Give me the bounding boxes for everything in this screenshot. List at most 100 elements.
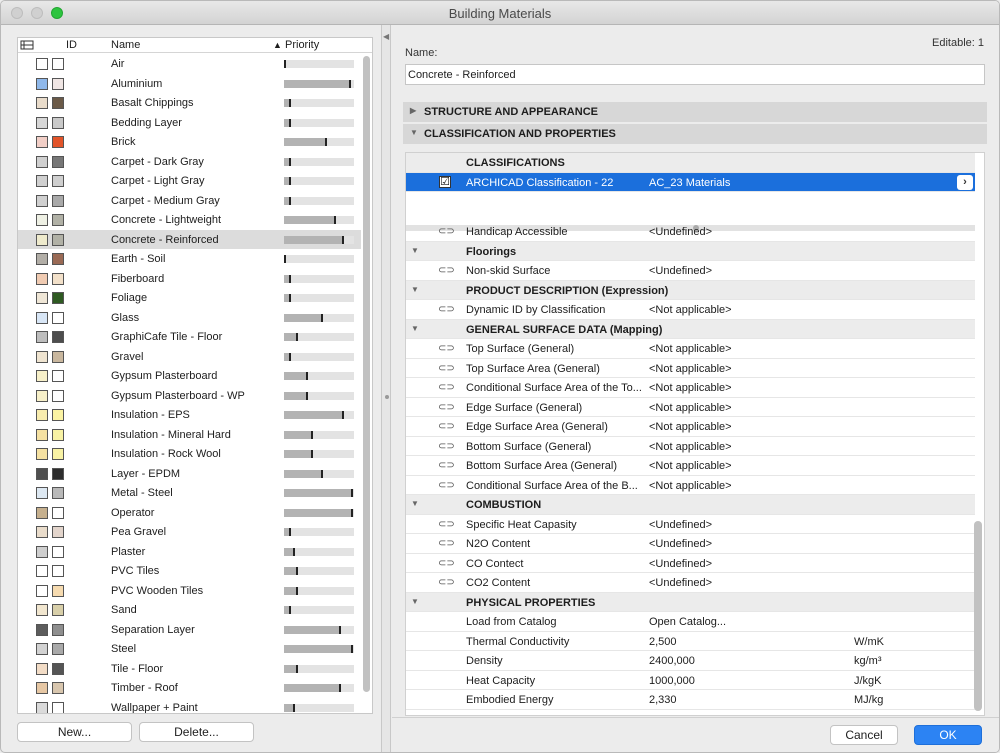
priority-bar[interactable]	[284, 547, 354, 556]
priority-bar[interactable]	[284, 703, 354, 712]
list-item[interactable]: Carpet - Dark Gray	[18, 152, 361, 172]
list-item[interactable]: PVC Wooden Tiles	[18, 581, 361, 601]
property-row[interactable]: ⊂⊃ Conditional Surface Area of the B... <N…	[406, 476, 975, 495]
property-row[interactable]: ⊂⊃ Non-skid Surface <Undefined>	[406, 261, 975, 281]
panel-splitter[interactable]: ◀	[381, 25, 391, 752]
property-row[interactable]: ⊂⊃ Edge Surface (General) <Not applicable>	[406, 398, 975, 417]
list-item[interactable]: Brick	[18, 132, 361, 152]
property-row[interactable]: ⊂⊃ Top Surface (General) <Not applicable>	[406, 339, 975, 359]
list-item[interactable]: Timber - Roof	[18, 678, 361, 698]
priority-bar[interactable]	[284, 372, 354, 380]
priority-bar[interactable]	[284, 60, 354, 68]
property-value[interactable]: 0,242	[649, 714, 677, 716]
list-scrollbar[interactable]	[363, 56, 370, 692]
property-row[interactable]: Density 2400,000 kg/m³	[406, 651, 975, 671]
priority-bar[interactable]	[284, 274, 354, 283]
delete-material-button[interactable]: Delete...	[139, 722, 254, 742]
list-item[interactable]: Gypsum Plasterboard	[18, 366, 361, 386]
property-row[interactable]: Load from Catalog Open Catalog...	[406, 612, 975, 632]
priority-bar[interactable]	[284, 664, 354, 673]
cancel-button[interactable]: Cancel	[830, 725, 898, 745]
list-item[interactable]: Glass	[18, 308, 361, 328]
priority-bar[interactable]	[284, 216, 354, 224]
list-item[interactable]: Concrete - Reinforced	[18, 229, 361, 249]
priority-bar[interactable]	[284, 99, 354, 107]
list-item[interactable]: Carpet - Light Gray	[18, 171, 361, 191]
list-item[interactable]: GraphiCafe Tile - Floor	[18, 327, 361, 347]
list-item[interactable]: Concrete - Lightweight	[18, 210, 361, 230]
priority-bar[interactable]	[284, 294, 354, 302]
list-item[interactable]: Basalt Chippings	[18, 93, 361, 113]
classification-checkbox[interactable]: ☑	[439, 175, 451, 188]
property-group-row[interactable]: ▼ PRODUCT DESCRIPTION (Expression)	[406, 280, 975, 300]
property-row[interactable]: ⊂⊃ Specific Heat Capasity <Undefined>	[406, 515, 975, 534]
list-item[interactable]: Foliage	[18, 288, 361, 308]
priority-bar[interactable]	[284, 489, 354, 497]
material-name-field[interactable]: Concrete - Reinforced	[405, 64, 985, 85]
collapse-left-icon[interactable]: ◀	[383, 32, 389, 41]
priority-bar[interactable]	[284, 177, 354, 185]
property-row[interactable]: ⊂⊃ Bottom Surface Area (General) <Not appl…	[406, 456, 975, 476]
priority-bar[interactable]	[284, 235, 354, 244]
priority-bar[interactable]	[284, 625, 354, 634]
list-item[interactable]: PVC Tiles	[18, 561, 361, 581]
priority-bar[interactable]	[284, 352, 354, 361]
list-item[interactable]: Insulation - EPS	[18, 405, 361, 425]
collapse-triangle-icon[interactable]: ▼	[411, 324, 419, 333]
structure-appearance-section[interactable]: ▶ STRUCTURE AND APPEARANCE	[403, 102, 987, 122]
priority-bar[interactable]	[284, 508, 354, 517]
priority-bar[interactable]	[284, 411, 354, 419]
priority-bar[interactable]	[284, 333, 354, 341]
property-value[interactable]: 2400,000	[649, 655, 695, 667]
priority-bar[interactable]	[284, 684, 354, 692]
classification-properties-section[interactable]: ▼ CLASSIFICATION AND PROPERTIES	[403, 124, 987, 144]
property-row[interactable]: ⊂⊃ Conditional Surface Area of the To... <…	[406, 378, 975, 398]
property-row[interactable]: ⊂⊃ CO Contect <Undefined>	[406, 554, 975, 573]
collapse-triangle-icon[interactable]: ▼	[411, 499, 419, 508]
list-item[interactable]: Metal - Steel	[18, 483, 361, 503]
property-group-row[interactable]: ▼ GENERAL SURFACE DATA (Mapping)	[406, 319, 975, 339]
priority-bar[interactable]	[284, 138, 354, 146]
property-value[interactable]: 2,330	[649, 694, 677, 706]
property-row[interactable]: Thermal Conductivity 2,500 W/mK	[406, 632, 975, 651]
property-group-row[interactable]: ▼ Floorings	[406, 241, 975, 261]
id-column-header[interactable]: ID	[66, 39, 77, 51]
list-item[interactable]: Plaster	[18, 542, 361, 562]
property-row[interactable]: Heat Capacity 1000,000 J/kgK	[406, 671, 975, 690]
priority-bar[interactable]	[284, 79, 354, 88]
list-item[interactable]: Carpet - Medium Gray	[18, 191, 361, 211]
list-item[interactable]: Gypsum Plasterboard - WP	[18, 386, 361, 406]
priority-bar[interactable]	[284, 196, 354, 205]
priority-bar[interactable]	[284, 313, 354, 322]
ok-button[interactable]: OK	[914, 725, 982, 745]
priority-bar[interactable]	[284, 391, 354, 400]
list-item[interactable]: Tile - Floor	[18, 659, 361, 679]
properties-scrollbar[interactable]	[974, 521, 982, 711]
collapse-triangle-icon[interactable]: ▼	[411, 246, 419, 255]
list-item[interactable]: Insulation - Rock Wool	[18, 444, 361, 464]
list-item[interactable]: Layer - EPDM	[18, 464, 361, 484]
list-item[interactable]: Bedding Layer	[18, 113, 361, 133]
property-row[interactable]: ⊂⊃ Bottom Surface (General) <Not applicabl…	[406, 437, 975, 456]
list-item[interactable]: Wallpaper + Paint	[18, 698, 361, 713]
list-item[interactable]: Fiberboard	[18, 269, 361, 289]
list-item[interactable]: Separation Layer	[18, 620, 361, 640]
priority-bar[interactable]	[284, 645, 354, 653]
priority-bar[interactable]	[284, 118, 354, 127]
priority-bar[interactable]	[284, 528, 354, 536]
priority-column-header[interactable]: Priority	[285, 39, 319, 51]
name-column-header[interactable]: Name	[111, 39, 140, 51]
priority-bar[interactable]	[284, 606, 354, 614]
priority-bar[interactable]	[284, 450, 354, 458]
collapse-triangle-icon[interactable]: ▼	[411, 597, 419, 606]
property-row[interactable]: Embodied Carbon 0,242 kgCO₂/kg	[406, 710, 975, 716]
list-item[interactable]: Insulation - Mineral Hard	[18, 425, 361, 445]
property-row[interactable]: ⊂⊃ Edge Surface Area (General) <Not applic…	[406, 417, 975, 437]
property-value[interactable]: Open Catalog...	[649, 616, 726, 628]
property-row[interactable]: ⊂⊃ Dynamic ID by Classification <Not appli…	[406, 300, 975, 320]
property-row[interactable]: ⊂⊃ N2O Content <Undefined>	[406, 534, 975, 554]
priority-bar[interactable]	[284, 255, 354, 263]
property-row[interactable]: Embodied Energy 2,330 MJ/kg	[406, 690, 975, 710]
property-row[interactable]: ⊂⊃ Handicap Accessible <Undefined>	[406, 222, 975, 242]
list-item[interactable]: Air	[18, 54, 361, 74]
